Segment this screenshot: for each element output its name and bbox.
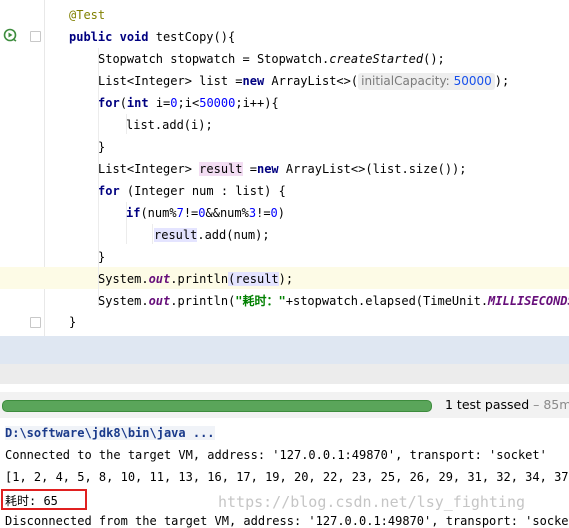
number-literal: 0 xyxy=(270,206,278,220)
code-line: result.add(num); xyxy=(0,224,569,246)
annotation-test: @Test xyxy=(69,8,106,22)
code-text: List<Integer> xyxy=(98,162,200,176)
keyword: public xyxy=(69,30,113,44)
test-status-label: 1 test passed xyxy=(445,397,530,412)
keyword: new xyxy=(242,74,265,88)
keyword: void xyxy=(119,30,149,44)
code-text: ;i< xyxy=(177,96,200,110)
variable-usage: result xyxy=(199,162,243,176)
static-field: MILLISECONDS xyxy=(488,294,569,308)
code-text: &&num% xyxy=(205,206,249,220)
code-text: +stopwatch.elapsed(TimeUnit. xyxy=(285,294,489,308)
code-text: .println( xyxy=(170,294,236,308)
code-text: } xyxy=(98,250,106,264)
code-line: } xyxy=(0,246,569,268)
keyword: for xyxy=(98,184,120,198)
code-text: list.add(i); xyxy=(126,118,213,132)
test-status: 1 test passed – 85ms xyxy=(445,397,569,412)
code-text: != xyxy=(256,206,271,220)
code-text: ArrayList<>(list.size()); xyxy=(278,162,467,176)
code-text: ( xyxy=(119,96,127,110)
hint-name: initialCapacity: xyxy=(361,74,450,88)
static-field: out xyxy=(148,272,171,286)
code-line: list.add(i); xyxy=(0,114,569,136)
number-literal: 50000 xyxy=(199,96,236,110)
code-text: (Integer num : list) { xyxy=(119,184,286,198)
keyword: int xyxy=(126,96,149,110)
code-text: = xyxy=(242,162,257,176)
code-line: for(int i=0;i<50000;i++){ xyxy=(0,92,569,114)
console-command[interactable]: D:\software\jdk8\bin\java ... xyxy=(5,426,215,440)
code-line: @Test xyxy=(0,4,569,26)
code-text: (); xyxy=(423,52,445,66)
code-text: } xyxy=(69,315,77,329)
code-text: .println xyxy=(170,272,229,286)
parameter-hint: initialCapacity: 50000 xyxy=(358,73,495,90)
code-line: List<Integer> list =new ArrayList<>(init… xyxy=(0,70,569,92)
code-text: .add(num); xyxy=(197,228,270,242)
code-text: ) xyxy=(277,206,286,220)
code-editor[interactable]: @Test public void testCopy(){ Stopwatch … xyxy=(0,0,569,336)
variable-usage: result xyxy=(154,228,198,242)
code-line: System.out.println(result); xyxy=(0,268,569,290)
code-text: List<Integer> list = xyxy=(98,74,243,88)
console-line: [1, 2, 4, 5, 8, 10, 11, 13, 16, 17, 19, … xyxy=(5,470,569,484)
code-text: ArrayList<>( xyxy=(264,74,359,88)
number-literal: 0 xyxy=(170,96,178,110)
code-text: System. xyxy=(98,272,149,286)
code-text: System. xyxy=(98,294,149,308)
variable-usage: result xyxy=(235,272,279,286)
console-line: Connected to the target VM, address: '12… xyxy=(5,448,547,462)
code-text: ); xyxy=(278,272,294,286)
code-line: } xyxy=(0,136,569,158)
panel-splitter[interactable] xyxy=(0,336,569,365)
watermark: https://blog.csdn.net/lsy_fighting xyxy=(218,493,526,511)
code-line: System.out.println("耗时："+stopwatch.elaps… xyxy=(0,290,569,312)
number-literal: 3 xyxy=(248,206,257,220)
code-line: if(num%7!=0&&num%3!=0) xyxy=(0,202,569,224)
method-call: createStarted xyxy=(329,52,424,66)
code-line: Stopwatch stopwatch = Stopwatch.createSt… xyxy=(0,48,569,70)
keyword: new xyxy=(256,162,279,176)
code-text: != xyxy=(183,206,199,220)
code-line: List<Integer> result =new ArrayList<>(li… xyxy=(0,158,569,180)
test-duration: – 85ms xyxy=(533,397,569,412)
keyword: for xyxy=(98,96,120,110)
highlight-box xyxy=(1,489,87,510)
test-progress-bar xyxy=(2,400,432,412)
code-text: } xyxy=(98,140,106,154)
static-field: out xyxy=(148,294,171,308)
string-literal: "耗时：" xyxy=(235,294,286,308)
panel-header xyxy=(0,364,569,384)
code-line: for (Integer num : list) { xyxy=(0,180,569,202)
hint-value: 50000 xyxy=(453,74,492,88)
code-text: (num% xyxy=(140,206,177,220)
number-literal: 7 xyxy=(176,206,184,220)
number-literal: 0 xyxy=(198,206,206,220)
code-text: ); xyxy=(494,74,510,88)
keyword: if xyxy=(126,206,141,220)
code-text: ;i++){ xyxy=(235,96,279,110)
method-signature: testCopy(){ xyxy=(148,30,236,44)
code-line: public void testCopy(){ xyxy=(0,26,569,48)
code-text: i= xyxy=(148,96,171,110)
code-text: Stopwatch stopwatch = Stopwatch. xyxy=(98,52,330,66)
code-line: } xyxy=(0,311,569,333)
console-line: Disconnected from the target VM, address… xyxy=(5,514,569,528)
